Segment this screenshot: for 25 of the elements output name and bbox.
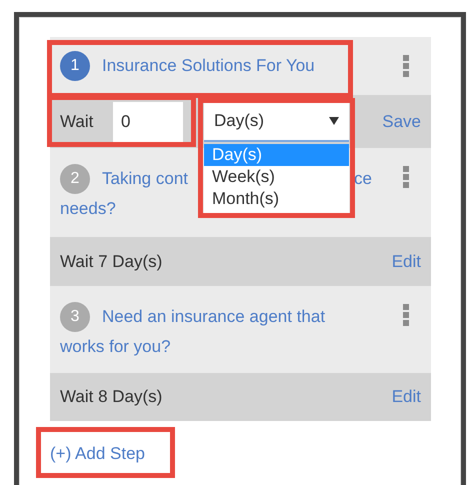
- more-options-icon[interactable]: [403, 55, 409, 77]
- wait-text: Wait 7 Day(s): [60, 250, 164, 273]
- wait-text: Wait 8 Day(s): [60, 386, 164, 408]
- step-title[interactable]: needs?: [60, 194, 116, 224]
- save-link[interactable]: Save: [382, 108, 421, 134]
- dropdown-option[interactable]: Month(s): [204, 188, 349, 210]
- unit-select[interactable]: Day(s): [204, 102, 349, 142]
- step-title[interactable]: works for you?: [60, 332, 171, 362]
- step-number-badge: 2: [60, 164, 90, 194]
- more-options-icon[interactable]: [403, 166, 409, 188]
- step-title[interactable]: Insurance Solutions For You: [102, 51, 315, 81]
- dropdown-option[interactable]: Day(s): [204, 144, 349, 166]
- wait-input-field[interactable]: 0: [113, 102, 183, 142]
- dropdown-option[interactable]: Week(s): [204, 166, 349, 188]
- wait-label: Wait: [60, 110, 94, 133]
- step-number-badge: 1: [60, 51, 90, 81]
- edit-link[interactable]: Edit: [392, 248, 421, 274]
- add-step-link[interactable]: (+) Add Step: [50, 441, 145, 466]
- dropdown-arrow-icon: [329, 116, 339, 124]
- more-options-icon[interactable]: [403, 304, 409, 326]
- step-title[interactable]: Need an insurance agent that: [102, 302, 326, 332]
- edit-link[interactable]: Edit: [392, 384, 421, 410]
- step-number-badge: 3: [60, 302, 90, 332]
- step-title[interactable]: ce: [354, 164, 372, 194]
- step-title[interactable]: Taking cont: [102, 164, 188, 194]
